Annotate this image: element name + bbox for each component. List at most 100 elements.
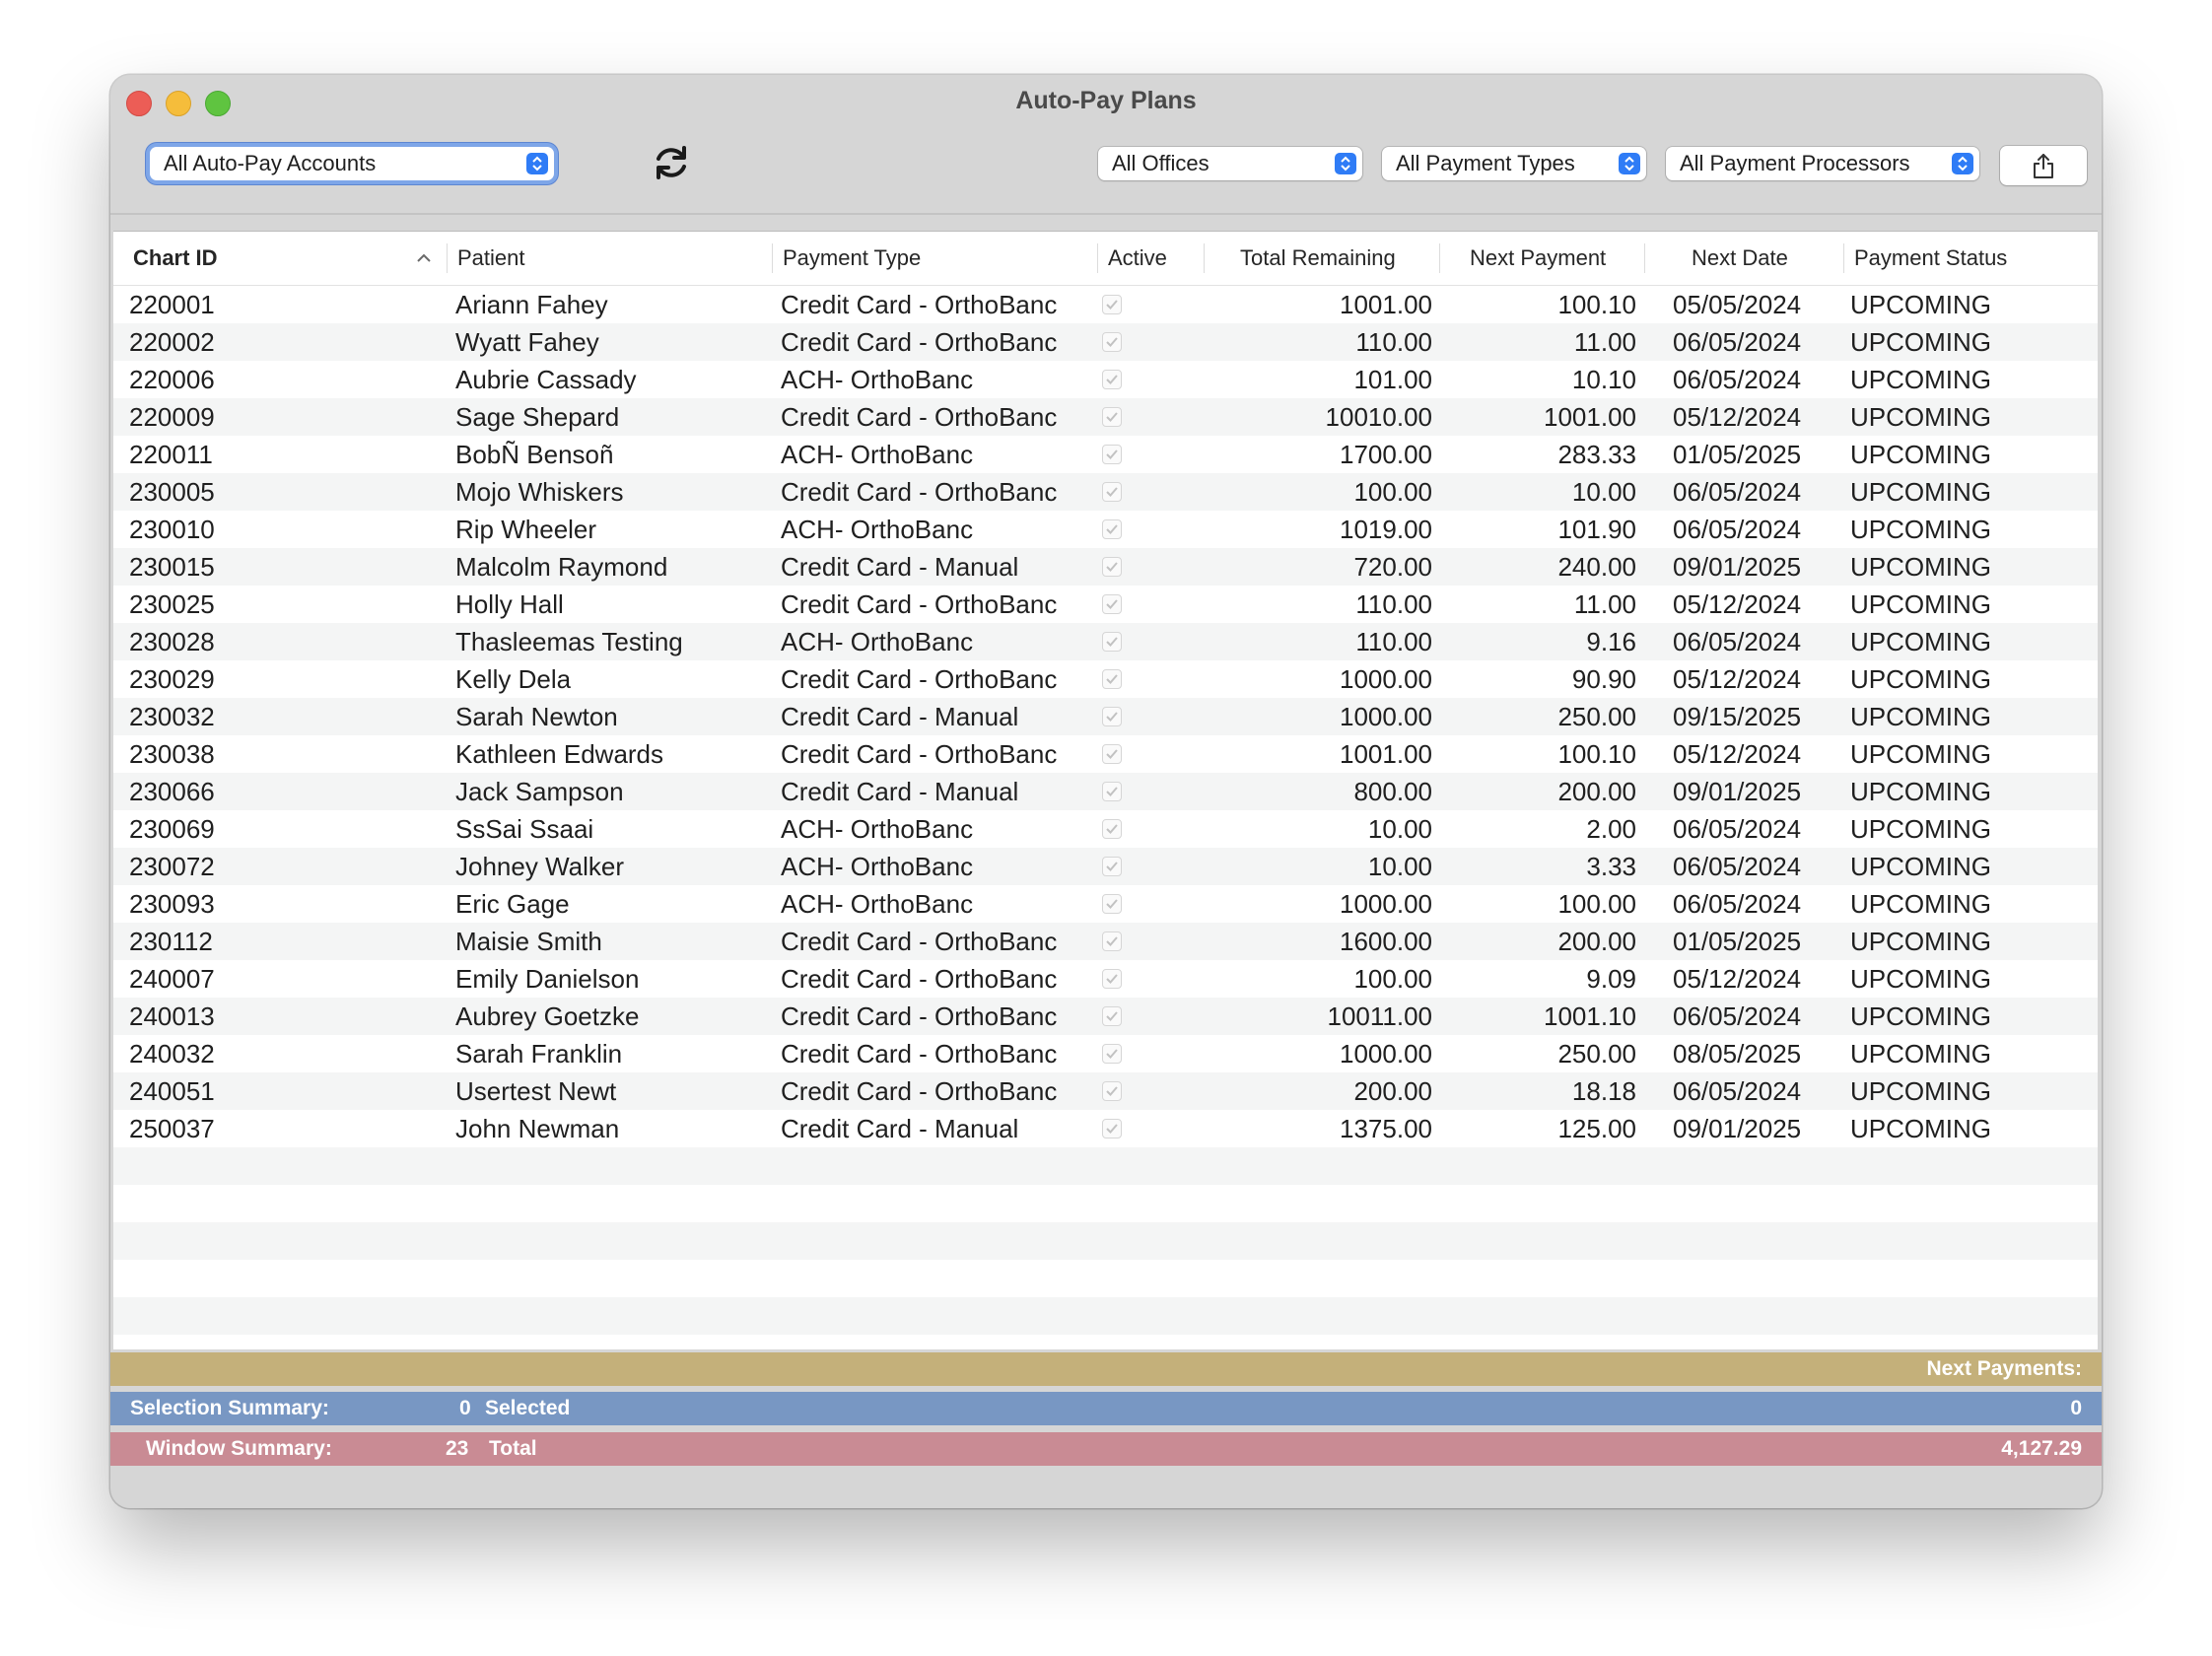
table-row[interactable]: 230066 Jack Sampson Credit Card - Manual 80…	[113, 773, 2098, 810]
table-row[interactable]: 250037 John Newman Credit Card - Manual 137…	[113, 1110, 2098, 1147]
window-count: 23	[446, 1437, 469, 1460]
column-header-active[interactable]: Active	[1108, 232, 1167, 285]
payment-processors-filter-popup[interactable]: All Payment Processors	[1666, 147, 1979, 180]
cell-payment-type: Credit Card - OrthoBanc	[781, 1076, 1058, 1106]
cell-total-remaining: 100.00	[1353, 964, 1432, 994]
column-header-payment-type[interactable]: Payment Type	[783, 232, 921, 285]
active-checkbox[interactable]	[1102, 295, 1122, 314]
payment-types-filter-popup[interactable]: All Payment Types	[1382, 147, 1646, 180]
cell-chart-id: 220011	[129, 440, 213, 469]
column-header-payment-status[interactable]: Payment Status	[1854, 232, 2007, 285]
active-checkbox[interactable]	[1102, 594, 1122, 614]
table-row[interactable]: 230005 Mojo Whiskers Credit Card - OrthoBa…	[113, 473, 2098, 511]
column-divider	[1843, 243, 1844, 273]
active-checkbox[interactable]	[1102, 782, 1122, 801]
active-checkbox[interactable]	[1102, 1044, 1122, 1064]
column-header-patient[interactable]: Patient	[457, 232, 525, 285]
active-checkbox[interactable]	[1102, 519, 1122, 539]
cell-total-remaining: 1001.00	[1340, 290, 1432, 319]
empty-table-row	[113, 1297, 2098, 1335]
table-row[interactable]: 230112 Maisie Smith Credit Card - OrthoBan…	[113, 923, 2098, 960]
table-row[interactable]: 230032 Sarah Newton Credit Card - Manual 10…	[113, 698, 2098, 735]
active-checkbox[interactable]	[1102, 1081, 1122, 1101]
cell-total-remaining: 720.00	[1353, 552, 1432, 582]
table-row[interactable]: 230093 Eric Gage ACH- OrthoBanc 1000.00 100.…	[113, 885, 2098, 923]
table-row[interactable]: 220011 BobÑ Bensoñ ACH- OrthoBanc 1700.00 28…	[113, 436, 2098, 473]
table-row[interactable]: 240051 Usertest Newt Credit Card - OrthoBa…	[113, 1072, 2098, 1110]
active-checkbox[interactable]	[1102, 332, 1122, 352]
cell-payment-type: ACH- OrthoBanc	[781, 365, 974, 394]
cell-payment-status: UPCOMING	[1850, 1039, 1991, 1069]
active-checkbox[interactable]	[1102, 632, 1122, 652]
active-checkbox[interactable]	[1102, 370, 1122, 389]
active-checkbox[interactable]	[1102, 1006, 1122, 1026]
active-checkbox[interactable]	[1102, 445, 1122, 464]
table-row[interactable]: 240007 Emily Danielson Credit Card - Ortho…	[113, 960, 2098, 998]
cell-payment-type: Credit Card - OrthoBanc	[781, 664, 1058, 694]
checkmark-icon	[1106, 862, 1118, 871]
table-row[interactable]: 230010 Rip Wheeler ACH- OrthoBanc 1019.00 10…	[113, 511, 2098, 548]
cell-next-payment: 1001.00	[1544, 402, 1636, 432]
active-checkbox[interactable]	[1102, 932, 1122, 951]
auto-pay-table[interactable]: Chart ID Patient Payment Type Active Tot…	[113, 231, 2098, 1349]
active-checkbox[interactable]	[1102, 669, 1122, 689]
active-checkbox[interactable]	[1102, 819, 1122, 839]
checkmark-icon	[1106, 599, 1118, 609]
table-row[interactable]: 240013 Aubrey Goetzke Credit Card - OrthoB…	[113, 998, 2098, 1035]
cell-next-date: 06/05/2024	[1673, 814, 1802, 844]
table-row[interactable]: 230038 Kathleen Edwards Credit Card - Orth…	[113, 735, 2098, 773]
cell-payment-type: Credit Card - OrthoBanc	[781, 402, 1058, 432]
cell-patient: Eric Gage	[455, 889, 570, 919]
offices-filter-popup[interactable]: All Offices	[1098, 147, 1362, 180]
accounts-filter-value: All Auto-Pay Accounts	[164, 151, 377, 175]
active-checkbox[interactable]	[1102, 857, 1122, 876]
cell-chart-id: 230005	[129, 477, 215, 507]
table-row[interactable]: 230069 SsSai Ssaai ACH- OrthoBanc 10.00 2.00…	[113, 810, 2098, 848]
accounts-filter-popup[interactable]: All Auto-Pay Accounts	[150, 147, 554, 180]
column-header-total-remaining[interactable]: Total Remaining	[1240, 232, 1396, 285]
table-row[interactable]: 230029 Kelly Dela Credit Card - OrthoBanc 1…	[113, 660, 2098, 698]
checkmark-icon	[1106, 1049, 1118, 1059]
cell-chart-id: 230072	[129, 852, 215, 881]
active-checkbox[interactable]	[1102, 557, 1122, 577]
cell-next-date: 06/05/2024	[1673, 1076, 1802, 1106]
table-row[interactable]: 220006 Aubrie Cassady ACH- OrthoBanc 101.00…	[113, 361, 2098, 398]
active-checkbox[interactable]	[1102, 1119, 1122, 1138]
cell-patient: Holly Hall	[455, 589, 564, 619]
cell-patient: Kathleen Edwards	[455, 739, 664, 769]
cell-next-payment: 10.00	[1571, 477, 1636, 507]
table-row[interactable]: 220002 Wyatt Fahey Credit Card - OrthoBanc…	[113, 323, 2098, 361]
cell-total-remaining: 100.00	[1353, 477, 1432, 507]
active-checkbox[interactable]	[1102, 744, 1122, 764]
column-header-next-date[interactable]: Next Date	[1692, 232, 1788, 285]
table-row[interactable]: 230072 Johney Walker ACH- OrthoBanc 10.00 3.…	[113, 848, 2098, 885]
column-divider	[1644, 243, 1645, 273]
cell-next-payment: 125.00	[1557, 1114, 1636, 1143]
cell-payment-status: UPCOMING	[1850, 889, 1991, 919]
auto-pay-plans-window: Auto-Pay Plans All Auto-Pay Accounts All…	[110, 75, 2102, 1508]
cell-next-payment: 283.33	[1557, 440, 1636, 469]
cell-next-payment: 3.33	[1586, 852, 1636, 881]
cell-total-remaining: 10.00	[1367, 814, 1432, 844]
column-header-chart-id[interactable]: Chart ID	[133, 232, 218, 285]
table-row[interactable]: 230025 Holly Hall Credit Card - OrthoBanc 1…	[113, 586, 2098, 623]
selection-unit: Selected	[485, 1397, 571, 1419]
active-checkbox[interactable]	[1102, 707, 1122, 726]
active-checkbox[interactable]	[1102, 969, 1122, 989]
table-row[interactable]: 230015 Malcolm Raymond Credit Card - Manua…	[113, 548, 2098, 586]
active-checkbox[interactable]	[1102, 894, 1122, 914]
table-row[interactable]: 230028 Thasleemas Testing ACH- OrthoBanc 11…	[113, 623, 2098, 660]
refresh-icon[interactable]	[651, 142, 692, 183]
table-row[interactable]: 220001 Ariann Fahey Credit Card - OrthoBan…	[113, 286, 2098, 323]
cell-payment-status: UPCOMING	[1850, 1114, 1991, 1143]
column-header-next-payment[interactable]: Next Payment	[1470, 232, 1606, 285]
share-button[interactable]	[2000, 146, 2087, 185]
table-row[interactable]: 220009 Sage Shepard Credit Card - OrthoBan…	[113, 398, 2098, 436]
active-checkbox[interactable]	[1102, 482, 1122, 502]
cell-next-payment: 240.00	[1557, 552, 1636, 582]
selection-count: 0	[459, 1397, 471, 1419]
cell-chart-id: 220009	[129, 402, 215, 432]
cell-patient: Emily Danielson	[455, 964, 640, 994]
active-checkbox[interactable]	[1102, 407, 1122, 427]
table-row[interactable]: 240032 Sarah Franklin Credit Card - OrthoB…	[113, 1035, 2098, 1072]
